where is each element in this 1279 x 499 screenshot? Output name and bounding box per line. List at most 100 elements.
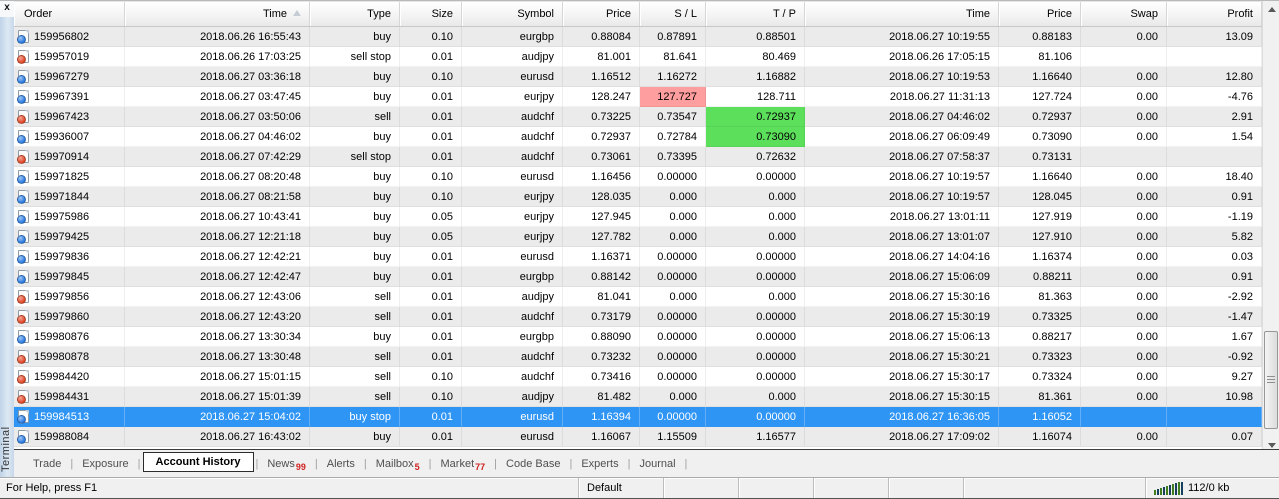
close-icon[interactable]: x	[0, 1, 14, 17]
column-header-price-9[interactable]: Price	[999, 2, 1081, 26]
order-number: 159984431	[34, 390, 90, 403]
table-row[interactable]: 159984420 2018.06.27 15:01:15 sell 0.10 audc…	[14, 367, 1262, 387]
table-row[interactable]: 159971825 2018.06.27 08:20:48 buy 0.10 eurus…	[14, 167, 1262, 187]
column-header-price-5[interactable]: Price	[563, 2, 640, 26]
column-header-size-3[interactable]: Size	[400, 2, 462, 26]
table-row[interactable]: 159957019 2018.06.26 17:03:25 sell stop 0.0…	[14, 47, 1262, 67]
cell-swap: 0.00	[1081, 27, 1167, 47]
cell-tp: 0.00000	[706, 307, 805, 327]
cell-order: 159984420	[14, 367, 125, 387]
cell-close_price: 127.910	[999, 227, 1081, 247]
cell-size: 0.01	[400, 407, 462, 427]
table-row[interactable]: 159980878 2018.06.27 13:30:48 sell 0.01 audc…	[14, 347, 1262, 367]
column-header-profit-11[interactable]: Profit	[1167, 2, 1262, 26]
cell-order: 159970914	[14, 147, 125, 167]
cell-type: buy	[310, 207, 400, 227]
cell-order: 159957019	[14, 47, 125, 67]
column-header-swap-10[interactable]: Swap	[1081, 2, 1167, 26]
column-header-time-1[interactable]: Time	[125, 2, 310, 26]
table-row[interactable]: 159980876 2018.06.27 13:30:34 buy 0.01 eurgb…	[14, 327, 1262, 347]
tab-code-base[interactable]: Code Base	[499, 454, 567, 474]
cell-profit: 0.07	[1167, 427, 1262, 447]
cell-tp: 0.73090	[706, 127, 805, 147]
cell-tp: 1.16882	[706, 67, 805, 87]
table-row[interactable]: 159988084 2018.06.27 16:43:02 buy 0.01 eurus…	[14, 427, 1262, 447]
cell-size: 0.10	[400, 67, 462, 87]
cell-sl: 0.87891	[640, 27, 706, 47]
cell-close_time: 2018.06.27 15:30:16	[805, 287, 999, 307]
cell-symbol: eurgbp	[462, 267, 563, 287]
tab-experts[interactable]: Experts	[574, 454, 625, 474]
cell-sl: 0.00000	[640, 307, 706, 327]
tab-mailbox[interactable]: Mailbox5	[369, 454, 427, 474]
cell-close_time: 2018.06.27 13:01:07	[805, 227, 999, 247]
cell-swap: 0.00	[1081, 207, 1167, 227]
order-buy-icon	[17, 410, 29, 424]
cell-close_time: 2018.06.27 15:06:09	[805, 267, 999, 287]
column-header-sl-6[interactable]: S / L	[640, 2, 706, 26]
table-row[interactable]: 159967279 2018.06.27 03:36:18 buy 0.10 eurus…	[14, 67, 1262, 87]
cell-size: 0.01	[400, 87, 462, 107]
table-row[interactable]: 159984513 2018.06.27 15:04:02 buy stop 0.01…	[14, 407, 1262, 427]
table-row[interactable]: 159970914 2018.06.27 07:42:29 sell stop 0.0…	[14, 147, 1262, 167]
cell-price: 1.16394	[563, 407, 640, 427]
table-row[interactable]: 159984431 2018.06.27 15:01:39 sell 0.10 audj…	[14, 387, 1262, 407]
cell-symbol: eurjpy	[462, 227, 563, 247]
cell-profit: 0.03	[1167, 247, 1262, 267]
sort-ascending-icon	[293, 10, 301, 16]
status-cell-empty	[963, 478, 1145, 498]
column-header-time-8[interactable]: Time	[805, 2, 999, 26]
table-row[interactable]: 159967423 2018.06.27 03:50:06 sell 0.01 audc…	[14, 107, 1262, 127]
cell-sl: 0.000	[640, 387, 706, 407]
cell-time: 2018.06.27 03:47:45	[125, 87, 310, 107]
column-header-order-0[interactable]: Order	[14, 2, 125, 26]
tab-market[interactable]: Market77	[434, 454, 493, 474]
column-header-symbol-4[interactable]: Symbol	[462, 2, 563, 26]
cell-symbol: audjpy	[462, 287, 563, 307]
column-header-type-2[interactable]: Type	[310, 2, 400, 26]
cell-close_price: 128.045	[999, 187, 1081, 207]
cell-swap: 0.00	[1081, 67, 1167, 87]
column-header-tp-7[interactable]: T / P	[706, 2, 805, 26]
table-row[interactable]: 159971844 2018.06.27 08:21:58 buy 0.10 eurjp…	[14, 187, 1262, 207]
cell-swap: 0.00	[1081, 187, 1167, 207]
tab-journal[interactable]: Journal	[632, 454, 682, 474]
tab-trade[interactable]: Trade	[26, 454, 68, 474]
tab-account-history[interactable]: Account History	[142, 452, 254, 472]
order-number: 159984420	[34, 370, 90, 383]
cell-tp: 128.711	[706, 87, 805, 107]
cell-price: 127.782	[563, 227, 640, 247]
order-number: 159971825	[34, 170, 90, 183]
tab-exposure[interactable]: Exposure	[75, 454, 135, 474]
cell-time: 2018.06.27 16:43:02	[125, 427, 310, 447]
cell-profit: -4.76	[1167, 87, 1262, 107]
table-row[interactable]: 159979836 2018.06.27 12:42:21 buy 0.01 eurus…	[14, 247, 1262, 267]
cell-tp: 0.000	[706, 207, 805, 227]
scrollbar-thumb[interactable]	[1264, 331, 1278, 429]
cell-swap: 0.00	[1081, 307, 1167, 327]
tab-alerts[interactable]: Alerts	[320, 454, 362, 474]
tab-news[interactable]: News99	[260, 454, 313, 474]
table-row[interactable]: 159936007 2018.06.27 04:46:02 buy 0.01 audch…	[14, 127, 1262, 147]
table-row[interactable]: 159979860 2018.06.27 12:43:20 sell 0.01 audc…	[14, 307, 1262, 327]
cell-size: 0.10	[400, 367, 462, 387]
order-sell-icon	[17, 350, 29, 364]
table-row[interactable]: 159975986 2018.06.27 10:43:41 buy 0.05 eurjp…	[14, 207, 1262, 227]
cell-swap	[1081, 407, 1167, 427]
scroll-up-button[interactable]	[1263, 1, 1279, 18]
tab-badge: 77	[475, 461, 486, 472]
vertical-scrollbar[interactable]	[1262, 1, 1279, 454]
table-row[interactable]: 159979845 2018.06.27 12:42:47 buy 0.01 eurgb…	[14, 267, 1262, 287]
order-buy-icon	[17, 330, 29, 344]
cell-profit	[1167, 147, 1262, 167]
cell-close_time: 2018.06.27 10:19:57	[805, 167, 999, 187]
cell-time: 2018.06.27 15:01:15	[125, 367, 310, 387]
cell-sl: 0.72784	[640, 127, 706, 147]
tab-label: Alerts	[326, 457, 355, 470]
table-row[interactable]: 159956802 2018.06.26 16:55:43 buy 0.10 eurgb…	[14, 27, 1262, 47]
table-row[interactable]: 159979425 2018.06.27 12:21:18 buy 0.05 eurjp…	[14, 227, 1262, 247]
order-sell-icon	[17, 390, 29, 404]
table-row[interactable]: 159967391 2018.06.27 03:47:45 buy 0.01 eurjp…	[14, 87, 1262, 107]
table-row[interactable]: 159979856 2018.06.27 12:43:06 sell 0.01 audj…	[14, 287, 1262, 307]
cell-type: buy	[310, 427, 400, 447]
